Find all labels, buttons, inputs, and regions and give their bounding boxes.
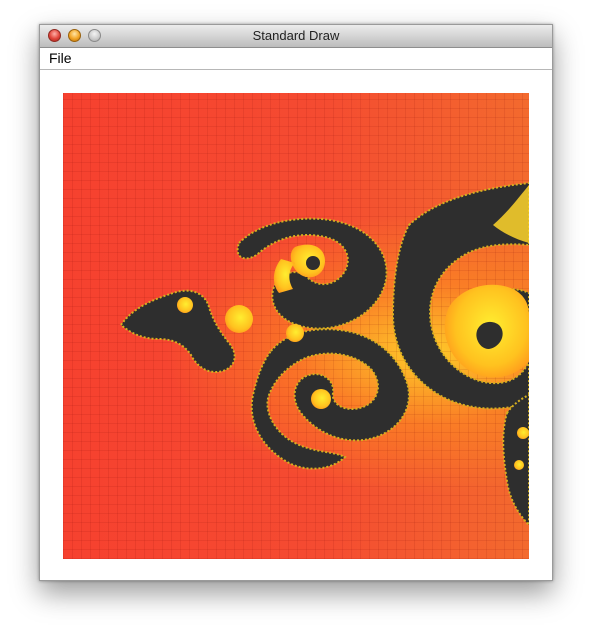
julia-fractal-drawing bbox=[119, 181, 529, 527]
drawing-canvas[interactable] bbox=[63, 93, 529, 559]
fractal-right-fragment bbox=[502, 393, 529, 527]
fractal-left-arm bbox=[119, 289, 253, 373]
title-bar[interactable]: Standard Draw bbox=[40, 25, 552, 48]
window-title: Standard Draw bbox=[252, 28, 340, 43]
fractal-right-spiral bbox=[391, 181, 529, 410]
standard-draw-window: Standard Draw File bbox=[39, 24, 553, 581]
menu-bar: File bbox=[40, 48, 552, 70]
fractal-lower-swirl bbox=[250, 324, 410, 470]
menu-file[interactable]: File bbox=[49, 50, 72, 66]
fractal-middle-arm bbox=[236, 217, 388, 330]
